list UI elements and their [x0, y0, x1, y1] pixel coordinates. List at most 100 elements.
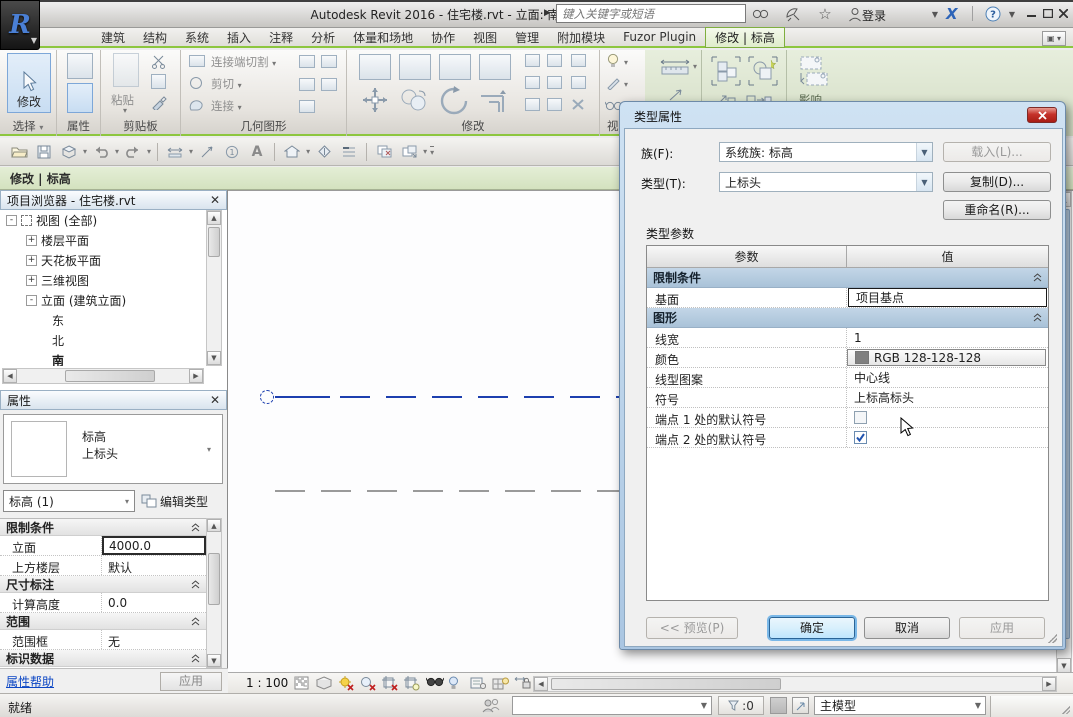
- aligned-dimension-button[interactable]: [164, 142, 186, 162]
- type-combo[interactable]: 上标头 ▼: [719, 172, 933, 192]
- tree-expander-icon[interactable]: +: [26, 255, 37, 266]
- close-hidden-windows-button[interactable]: [373, 142, 395, 162]
- help-dropdown-icon[interactable]: ▼: [1006, 5, 1018, 23]
- search-run-icon[interactable]: ▶: [544, 8, 551, 18]
- visual-style-icon[interactable]: [316, 676, 332, 691]
- application-menu-button[interactable]: R ▼: [0, 0, 40, 50]
- tree-item-label[interactable]: 东: [52, 312, 64, 329]
- tree-item-label[interactable]: 天花板平面: [41, 252, 101, 269]
- tree-item[interactable]: 北: [0, 330, 204, 350]
- preview-button[interactable]: << 预览(P): [646, 617, 738, 639]
- design-option-combo[interactable]: 主模型 ▼: [814, 696, 986, 715]
- ribbon-tab-2[interactable]: 系统: [176, 28, 218, 47]
- properties-apply-button[interactable]: 应用: [160, 672, 222, 691]
- tree-item[interactable]: +三维视图: [0, 270, 204, 290]
- reveal-dropdown-icon[interactable]: ▾: [624, 58, 628, 67]
- type-selector[interactable]: 标高 上标头 ▾: [3, 414, 223, 484]
- switch-windows-dropdown-icon[interactable]: ▾: [423, 147, 427, 156]
- project-browser-close-icon[interactable]: ✕: [210, 193, 220, 207]
- measure-button[interactable]: [196, 142, 218, 162]
- tree-item-label[interactable]: 楼层平面: [41, 232, 89, 249]
- properties-help-link[interactable]: 属性帮助: [6, 673, 54, 690]
- checkbox-icon[interactable]: [854, 411, 867, 424]
- tree-item[interactable]: -立面 (建筑立面): [0, 290, 204, 310]
- unjoin-icon[interactable]: [299, 78, 315, 91]
- tree-expander-icon[interactable]: -: [26, 295, 37, 306]
- panel-select-label[interactable]: 选择 ▾: [0, 118, 56, 134]
- wall-joins-icon[interactable]: [299, 55, 315, 68]
- property-group-header[interactable]: 范围: [0, 613, 206, 630]
- ribbon-tab-0[interactable]: 建筑: [92, 28, 134, 47]
- linework-dropdown-icon[interactable]: ▾: [624, 80, 628, 89]
- delete-icon[interactable]: [571, 98, 585, 111]
- ribbon-tab-11[interactable]: Fuzor Plugin: [614, 29, 705, 45]
- undo-dropdown-icon[interactable]: ▾: [115, 147, 119, 156]
- measure-ruler-icon[interactable]: [659, 58, 691, 76]
- properties-vscrollbar[interactable]: ▲ ▼: [206, 518, 222, 668]
- load-button[interactable]: 载入(L)...: [943, 142, 1051, 162]
- panel-modify-label[interactable]: 修改: [347, 118, 599, 134]
- copy-element-icon[interactable]: [399, 88, 429, 112]
- ribbon-tab-4[interactable]: 注释: [260, 28, 302, 47]
- type-properties-button[interactable]: [67, 83, 93, 113]
- copy-icon[interactable]: [151, 74, 166, 89]
- redo-dropdown-icon[interactable]: ▾: [147, 147, 151, 156]
- measure-dropdown-icon[interactable]: ▾: [693, 62, 697, 71]
- param-color-value[interactable]: RGB 128-128-128: [847, 349, 1046, 366]
- temporary-hide-isolate-icon[interactable]: [426, 676, 442, 691]
- press-drag-toggle[interactable]: [792, 697, 809, 714]
- tag-by-category-button[interactable]: 1: [221, 142, 243, 162]
- open-button[interactable]: [8, 142, 30, 162]
- tree-item[interactable]: 东: [0, 310, 204, 330]
- tree-item-label[interactable]: 北: [52, 332, 64, 349]
- rename-button[interactable]: 重命名(R)...: [943, 200, 1051, 220]
- split-with-gap-icon[interactable]: [547, 54, 562, 67]
- properties-palette-button[interactable]: [67, 53, 93, 79]
- tree-item[interactable]: 南: [0, 350, 204, 366]
- panel-clipboard-label[interactable]: 剪贴板: [101, 118, 180, 134]
- demolish-icon[interactable]: [321, 78, 337, 91]
- canvas-hscrollbar[interactable]: ◀ ▶: [533, 676, 1057, 692]
- filter-control[interactable]: :0: [718, 696, 764, 715]
- edit-type-button[interactable]: 编辑类型: [141, 489, 225, 513]
- default-3d-view-button[interactable]: [281, 142, 303, 162]
- sign-in-dropdown-icon[interactable]: ▼: [922, 5, 948, 23]
- detail-level-icon[interactable]: [294, 676, 310, 691]
- browser-vscrollbar[interactable]: ▲ ▼: [206, 210, 222, 366]
- property-value[interactable]: 4000.0: [102, 536, 206, 555]
- value-column-header[interactable]: 值: [847, 246, 1048, 267]
- move-icon[interactable]: [361, 86, 389, 114]
- create-similar-icon[interactable]: [747, 55, 779, 87]
- scale-icon[interactable]: [547, 76, 562, 89]
- modify-tool-button[interactable]: 修改: [7, 53, 51, 113]
- apply-button[interactable]: 应用: [959, 617, 1045, 639]
- sun-path-icon[interactable]: [338, 676, 354, 691]
- maximize-button[interactable]: [1040, 6, 1055, 20]
- param-value[interactable]: 项目基点: [848, 288, 1047, 307]
- ribbon-tab-6[interactable]: 体量和场地: [344, 28, 422, 47]
- paste-icon[interactable]: [113, 53, 139, 87]
- crop-region-icon[interactable]: [404, 676, 420, 691]
- minimize-button[interactable]: [1024, 6, 1039, 20]
- redo-button[interactable]: [122, 142, 144, 162]
- join-end-cut-label[interactable]: 连接端切割 ▾: [211, 54, 276, 70]
- affect-icon[interactable]: [797, 55, 829, 89]
- view-scale[interactable]: 1 : 100: [246, 676, 288, 690]
- reveal-hidden-elements-icon[interactable]: [448, 676, 464, 691]
- type-selector-dropdown-icon[interactable]: ▾: [207, 445, 211, 454]
- spot-elevation-icon[interactable]: [668, 88, 684, 102]
- ribbon-state-toggle-button[interactable]: ▣ ▾: [1042, 31, 1066, 46]
- align-list-icon[interactable]: [547, 98, 562, 111]
- property-value[interactable]: 无: [102, 630, 206, 649]
- cut-geometry-label[interactable]: 剪切 ▾: [211, 76, 242, 92]
- 3d-view-dropdown-icon[interactable]: ▾: [306, 147, 310, 156]
- level-head-circle[interactable]: [260, 390, 274, 404]
- param-value[interactable]: 1: [847, 328, 1048, 347]
- dialog-close-button[interactable]: [1027, 107, 1057, 123]
- array-icon[interactable]: [525, 76, 540, 89]
- exchange-apps-icon[interactable]: X: [946, 5, 958, 23]
- trim-extend-icon[interactable]: [479, 88, 509, 114]
- customize-qat-icon[interactable]: ▾: [430, 146, 434, 157]
- editable-only-toggle[interactable]: [770, 697, 787, 714]
- tree-item[interactable]: -视图 (全部): [0, 210, 204, 230]
